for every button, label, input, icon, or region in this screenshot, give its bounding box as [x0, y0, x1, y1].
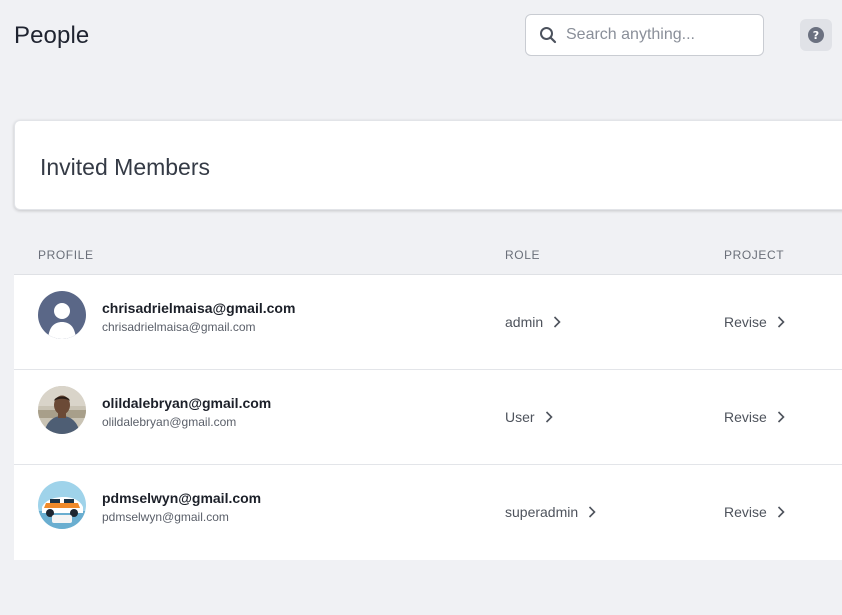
avatar: [38, 291, 86, 339]
table-header: PROFILE ROLE PROJECT: [14, 238, 842, 275]
role-label: User: [505, 409, 535, 425]
project-label: Revise: [724, 409, 767, 425]
section-title: Invited Members: [40, 154, 211, 180]
avatar: [38, 481, 86, 529]
project-label: Revise: [724, 314, 767, 330]
search-icon: [526, 15, 566, 55]
column-header-role: ROLE: [505, 248, 541, 262]
column-header-project: PROJECT: [724, 248, 785, 262]
chevron-right-icon: [589, 506, 596, 518]
search-input[interactable]: [566, 26, 756, 44]
role-label: superadmin: [505, 504, 579, 520]
project-link[interactable]: Revise: [724, 314, 785, 330]
table-row: chrisadrielmaisa@gmail.com chrisadrielma…: [14, 275, 842, 370]
member-email: olildalebryan@gmail.com: [102, 415, 237, 429]
column-header-profile: PROFILE: [38, 248, 94, 262]
members-table: PROFILE ROLE PROJECT chrisadrielmaisa@gm…: [14, 238, 842, 560]
member-name: chrisadrielmaisa@gmail.com: [102, 300, 296, 316]
help-icon: ?: [808, 27, 824, 43]
avatar: [38, 386, 86, 434]
project-label: Revise: [724, 504, 767, 520]
role-link[interactable]: admin: [505, 314, 561, 330]
chevron-right-icon: [554, 316, 561, 328]
role-link[interactable]: User: [505, 409, 553, 425]
project-link[interactable]: Revise: [724, 409, 785, 425]
page-title: People: [14, 22, 90, 49]
table-row: pdmselwyn@gmail.com pdmselwyn@gmail.com …: [14, 465, 842, 560]
search-box[interactable]: [525, 14, 764, 56]
member-name: olildalebryan@gmail.com: [102, 395, 272, 411]
role-link[interactable]: superadmin: [505, 504, 596, 520]
chevron-right-icon: [545, 411, 553, 423]
table-row: olildalebryan@gmail.com olildalebryan@gm…: [14, 370, 842, 465]
member-name: pdmselwyn@gmail.com: [102, 490, 262, 506]
chevron-right-icon: [777, 411, 785, 423]
member-email: pdmselwyn@gmail.com: [102, 510, 229, 524]
chevron-right-icon: [777, 316, 785, 328]
chevron-right-icon: [777, 506, 785, 518]
project-link[interactable]: Revise: [724, 504, 785, 520]
member-email: chrisadrielmaisa@gmail.com: [102, 320, 256, 334]
role-label: admin: [505, 314, 544, 330]
invited-members-card: Invited Members: [14, 120, 842, 210]
help-button[interactable]: ?: [800, 19, 832, 51]
